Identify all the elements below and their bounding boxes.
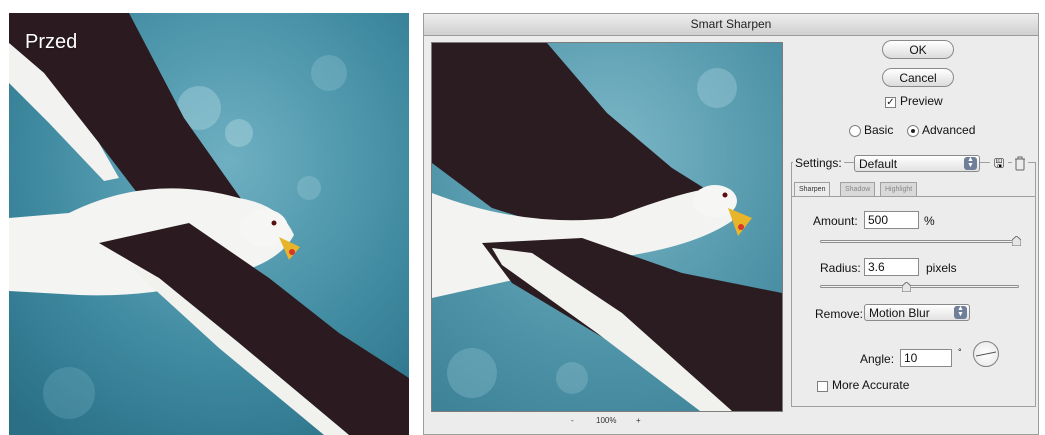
angle-label: Angle: <box>860 352 895 366</box>
smart-sharpen-dialog: Smart Sharpen - 100% + OK Cancel ✓ Previ… <box>423 13 1039 435</box>
radius-field[interactable]: 3.6 <box>864 258 919 276</box>
advanced-label: Advanced <box>922 123 976 137</box>
tab-sharpen[interactable]: Sharpen <box>794 182 831 196</box>
before-image-panel: Przed <box>9 13 409 435</box>
remove-label: Remove: <box>815 307 864 321</box>
before-label: Przed <box>25 31 78 53</box>
delete-settings-icon[interactable] <box>1012 155 1028 172</box>
amount-unit: % <box>924 214 935 228</box>
zoom-in-button[interactable]: + <box>636 416 641 425</box>
angle-field[interactable]: 10 <box>900 349 952 367</box>
amount-label: Amount: <box>813 214 858 228</box>
cancel-button[interactable]: Cancel <box>882 68 954 87</box>
tab-highlight[interactable]: Highlight <box>880 182 918 196</box>
amount-slider[interactable] <box>820 240 1019 243</box>
before-photo <box>9 13 409 435</box>
preview-checkbox[interactable]: ✓ <box>885 97 896 108</box>
angle-dial-needle <box>975 351 997 357</box>
settings-select[interactable]: Default ▲ ▼ <box>854 155 980 172</box>
angle-unit: ° <box>958 347 962 357</box>
more-accurate-label: More Accurate <box>832 378 910 392</box>
radius-slider[interactable] <box>820 285 1019 288</box>
advanced-radio[interactable] <box>907 125 919 137</box>
radius-label: Radius: <box>820 261 861 275</box>
basic-label: Basic <box>864 123 894 137</box>
ok-button[interactable]: OK <box>882 40 954 59</box>
zoom-bar: - 100% + <box>431 414 781 430</box>
radius-slider-thumb[interactable] <box>902 282 911 292</box>
dialog-title: Smart Sharpen <box>424 14 1038 36</box>
remove-select[interactable]: Motion Blur ▲ ▼ <box>864 304 970 321</box>
stepper-arrows-icon: ▲ ▼ <box>964 156 977 170</box>
preview-image[interactable] <box>431 42 783 412</box>
angle-dial-icon[interactable] <box>973 341 999 367</box>
more-accurate-checkbox[interactable] <box>817 381 828 392</box>
settings-tabs: Sharpen Shadow Highlight <box>792 182 1035 197</box>
amount-slider-thumb[interactable] <box>1012 236 1021 246</box>
zoom-out-button[interactable]: - <box>571 416 574 425</box>
save-settings-icon[interactable]: 🖫 <box>990 155 1008 172</box>
zoom-level: 100% <box>596 416 617 425</box>
stepper-arrows-icon: ▲ ▼ <box>954 305 967 319</box>
preview-photo <box>432 43 782 411</box>
amount-field[interactable]: 500 <box>864 211 919 229</box>
radius-unit: pixels <box>926 261 957 275</box>
preview-label: Preview <box>900 94 943 108</box>
remove-value: Motion Blur <box>869 306 930 320</box>
trash-icon <box>1015 156 1025 171</box>
settings-label: Settings: <box>793 156 844 170</box>
tab-shadow[interactable]: Shadow <box>840 182 876 196</box>
settings-value: Default <box>859 157 898 171</box>
basic-radio[interactable] <box>849 125 861 137</box>
